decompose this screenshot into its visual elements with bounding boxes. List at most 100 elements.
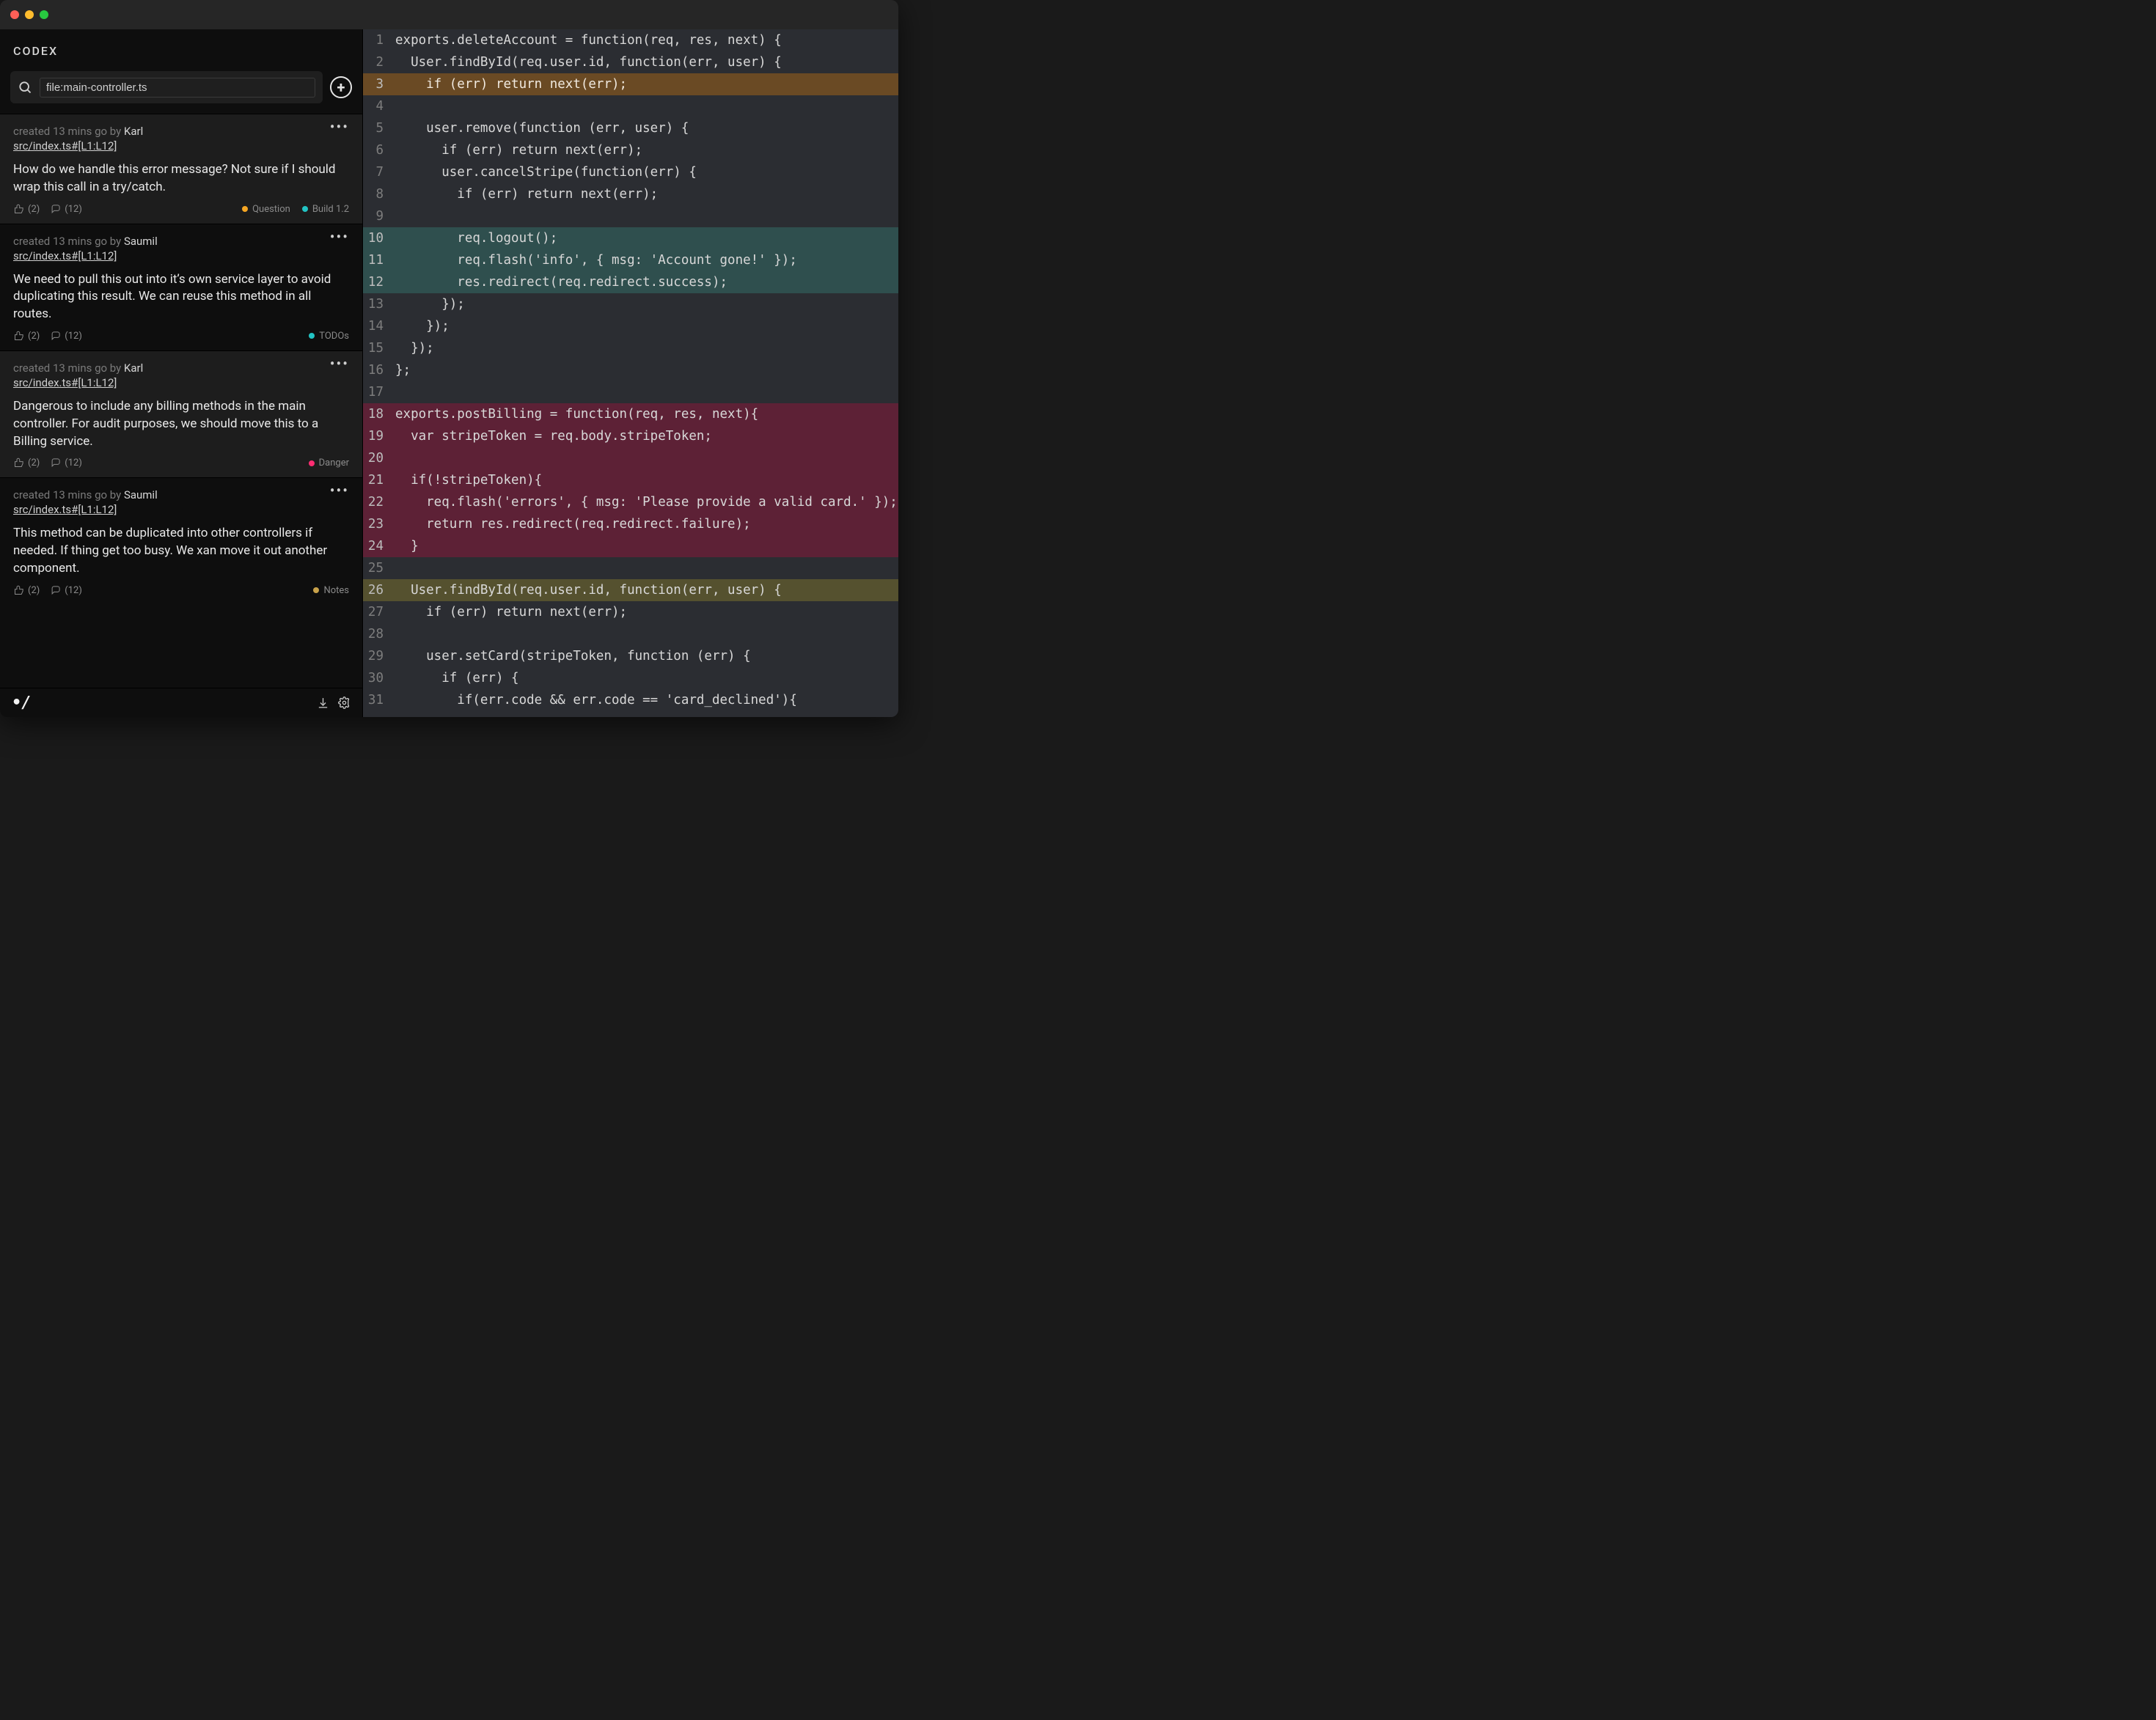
line-number: 12	[363, 271, 389, 293]
code-text: req.flash('info', { msg: 'Account gone!'…	[389, 249, 898, 271]
comment-count: (12)	[65, 331, 82, 342]
code-line[interactable]: 18exports.postBilling = function(req, re…	[363, 403, 898, 425]
code-line[interactable]: 8 if (err) return next(err);	[363, 183, 898, 205]
search-input[interactable]	[40, 78, 315, 98]
note-card[interactable]: ••• created 13 mins go by Karl src/index…	[0, 350, 362, 477]
note-file-link[interactable]: src/index.ts#[L1:L12]	[13, 376, 117, 389]
code-text: user.setCard(stripeToken, function (err)…	[389, 645, 898, 667]
tag-label: TODOs	[319, 331, 349, 342]
tag-dot-icon	[309, 333, 315, 339]
code-text: if (err) return next(err);	[389, 183, 898, 205]
code-line[interactable]: 7 user.cancelStripe(function(err) {	[363, 161, 898, 183]
code-line[interactable]: 15 });	[363, 337, 898, 359]
note-card[interactable]: ••• created 13 mins go by Karl src/index…	[0, 114, 362, 224]
code-line[interactable]: 13 });	[363, 293, 898, 315]
code-line[interactable]: 27 if (err) return next(err);	[363, 601, 898, 623]
download-icon[interactable]	[317, 697, 329, 709]
note-menu-button[interactable]: •••	[330, 123, 349, 131]
code-text: user.cancelStripe(function(err) {	[389, 161, 898, 183]
code-line[interactable]: 1exports.deleteAccount = function(req, r…	[363, 29, 898, 51]
like-button[interactable]: (2)	[13, 585, 40, 596]
line-number: 21	[363, 469, 389, 491]
line-number: 9	[363, 205, 389, 227]
tag-dot-icon	[313, 587, 319, 593]
code-line[interactable]: 20	[363, 447, 898, 469]
comment-button[interactable]: (12)	[50, 331, 82, 342]
note-file-link[interactable]: src/index.ts#[L1:L12]	[13, 503, 117, 516]
code-line[interactable]: 26 User.findById(req.user.id, function(e…	[363, 579, 898, 601]
maximize-window-button[interactable]	[40, 10, 48, 19]
code-line[interactable]: 11 req.flash('info', { msg: 'Account gon…	[363, 249, 898, 271]
comment-button[interactable]: (12)	[50, 204, 82, 215]
code-line[interactable]: 24 }	[363, 535, 898, 557]
add-note-button[interactable]: +	[330, 76, 352, 98]
comments-icon	[50, 585, 61, 596]
line-number: 28	[363, 623, 389, 645]
code-text	[389, 557, 898, 579]
code-line[interactable]: 25	[363, 557, 898, 579]
code-line[interactable]: 12 res.redirect(req.redirect.success);	[363, 271, 898, 293]
gear-icon[interactable]	[338, 697, 351, 709]
line-number: 7	[363, 161, 389, 183]
code-line[interactable]: 14 });	[363, 315, 898, 337]
minimize-window-button[interactable]	[25, 10, 34, 19]
note-footer: (2) (12) Notes	[13, 585, 349, 596]
like-button[interactable]: (2)	[13, 204, 40, 215]
code-line[interactable]: 9	[363, 205, 898, 227]
code-text	[389, 447, 898, 469]
code-line[interactable]: 22 req.flash('errors', { msg: 'Please pr…	[363, 491, 898, 513]
search-box[interactable]	[10, 71, 323, 103]
notes-list[interactable]: ••• created 13 mins go by Karl src/index…	[0, 114, 362, 688]
code-line[interactable]: 4	[363, 95, 898, 117]
code-line[interactable]: 3 if (err) return next(err);	[363, 73, 898, 95]
note-file-link[interactable]: src/index.ts#[L1:L12]	[13, 249, 117, 262]
code-line[interactable]: 17	[363, 381, 898, 403]
code-text: if(err.code && err.code == 'card_decline…	[389, 689, 898, 711]
line-number: 24	[363, 535, 389, 557]
code-line[interactable]: 19 var stripeToken = req.body.stripeToke…	[363, 425, 898, 447]
code-line[interactable]: 30 if (err) {	[363, 667, 898, 689]
comment-button[interactable]: (12)	[50, 457, 82, 468]
close-window-button[interactable]	[10, 10, 19, 19]
code-line[interactable]: 29 user.setCard(stripeToken, function (e…	[363, 645, 898, 667]
code-line[interactable]: 23 return res.redirect(req.redirect.fail…	[363, 513, 898, 535]
line-number: 23	[363, 513, 389, 535]
line-number: 6	[363, 139, 389, 161]
code-line[interactable]: 5 user.remove(function (err, user) {	[363, 117, 898, 139]
like-button[interactable]: (2)	[13, 457, 40, 468]
note-file-link[interactable]: src/index.ts#[L1:L12]	[13, 139, 117, 152]
line-number: 20	[363, 447, 389, 469]
line-number: 17	[363, 381, 389, 403]
note-menu-button[interactable]: •••	[330, 233, 349, 240]
comment-button[interactable]: (12)	[50, 585, 82, 596]
note-tag: Question	[242, 204, 290, 215]
code-line[interactable]: 2 User.findById(req.user.id, function(er…	[363, 51, 898, 73]
note-meta-prefix: created 13 mins go by	[13, 235, 124, 248]
code-line[interactable]: 6 if (err) return next(err);	[363, 139, 898, 161]
note-meta-prefix: created 13 mins go by	[13, 125, 124, 138]
titlebar	[0, 0, 898, 29]
note-menu-button[interactable]: •••	[330, 360, 349, 367]
line-number: 13	[363, 293, 389, 315]
code-editor[interactable]: 1exports.deleteAccount = function(req, r…	[363, 29, 898, 717]
line-number: 4	[363, 95, 389, 117]
note-footer: (2) (12) Danger	[13, 457, 349, 468]
app-window: CODEX + ••• created 13 mins go by Karl s…	[0, 0, 898, 717]
note-menu-button[interactable]: •••	[330, 487, 349, 494]
code-text: });	[389, 337, 898, 359]
like-button[interactable]: (2)	[13, 331, 40, 342]
note-meta-prefix: created 13 mins go by	[13, 361, 124, 375]
note-card[interactable]: ••• created 13 mins go by Saumil src/ind…	[0, 477, 362, 604]
note-card[interactable]: ••• created 13 mins go by Saumil src/ind…	[0, 224, 362, 350]
line-number: 10	[363, 227, 389, 249]
code-line[interactable]: 16};	[363, 359, 898, 381]
sidebar-footer: •/	[0, 688, 362, 717]
code-line[interactable]: 10 req.logout();	[363, 227, 898, 249]
code-text	[389, 623, 898, 645]
window-controls	[10, 10, 48, 19]
code-line[interactable]: 21 if(!stripeToken){	[363, 469, 898, 491]
like-count: (2)	[28, 204, 40, 215]
code-line[interactable]: 31 if(err.code && err.code == 'card_decl…	[363, 689, 898, 711]
line-number: 5	[363, 117, 389, 139]
code-line[interactable]: 28	[363, 623, 898, 645]
